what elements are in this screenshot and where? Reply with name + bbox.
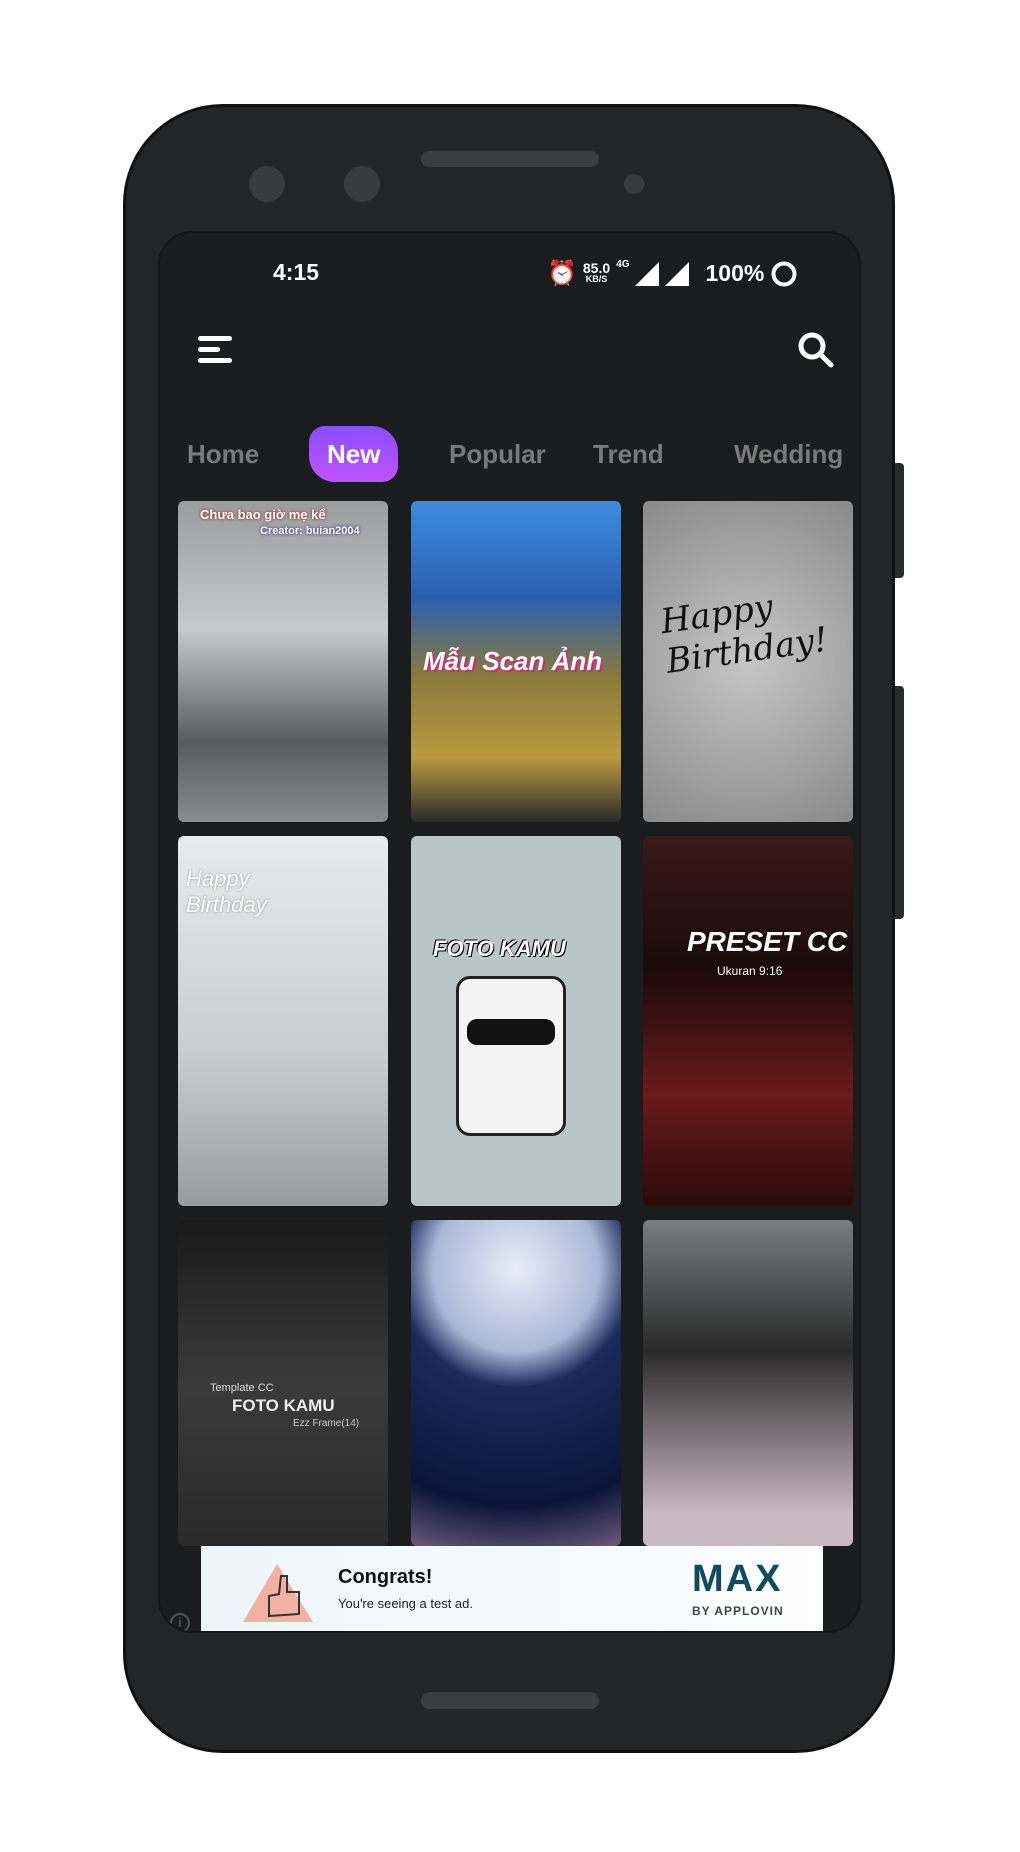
- banner-ad[interactable]: Congrats! You're seeing a test ad. MAX B…: [201, 1546, 823, 1631]
- card-text: Happy Birthday: [186, 866, 267, 917]
- hamburger-menu-icon[interactable]: [198, 334, 232, 364]
- tab-home[interactable]: Home: [187, 426, 259, 482]
- app-screen: 4:15 ⏰ 85.0 KB/S 4G 100% Home New Popula…: [158, 231, 861, 1633]
- signal-icon-2: [665, 261, 690, 286]
- card-text: Ezz Frame(14): [293, 1418, 360, 1429]
- template-card[interactable]: Template CC FOTO KAMU Ezz Frame(14): [178, 1220, 388, 1546]
- template-card[interactable]: [411, 1220, 621, 1546]
- battery-icon: [771, 261, 797, 286]
- front-camera: [249, 166, 285, 202]
- card-text: Ukuran 9:16: [717, 964, 783, 978]
- tab-wedding[interactable]: Wedding: [734, 426, 843, 482]
- card-text: Template CC: [210, 1382, 274, 1394]
- template-card[interactable]: Mẫu Scan Ảnh: [411, 501, 621, 822]
- signal-icon: [635, 261, 660, 286]
- card-text: FOTO KAMU: [232, 1396, 335, 1415]
- card-text: Chưa bao giờ mẹ kể: [200, 507, 326, 522]
- category-tabs: Home New Popular Trend Wedding: [160, 426, 859, 482]
- front-sensor: [344, 166, 380, 202]
- card-text: Happy Birthday!: [658, 586, 831, 682]
- volume-button: [895, 463, 904, 578]
- alarm-icon: ⏰: [547, 260, 577, 287]
- network-type: 4G: [616, 259, 630, 270]
- earpiece-speaker: [421, 151, 599, 167]
- net-unit: KB/S: [585, 273, 608, 284]
- ad-subtitle: You're seeing a test ad.: [338, 1596, 473, 1611]
- ad-brand-sub: BY APPLOVIN: [692, 1604, 784, 1618]
- template-card[interactable]: FOTO KAMU: [411, 836, 621, 1206]
- card-text: FOTO KAMU: [433, 936, 566, 961]
- cartoon-image: [456, 976, 566, 1136]
- ad-title: Congrats!: [338, 1566, 433, 1588]
- status-time: 4:15: [273, 259, 320, 285]
- thumbs-up-icon: [243, 1564, 313, 1622]
- tab-popular[interactable]: Popular: [449, 426, 546, 482]
- card-text: Creator: buian2004: [260, 525, 360, 537]
- battery-percent: 100%: [705, 260, 765, 286]
- bottom-speaker: [421, 1692, 599, 1709]
- card-text: Mẫu Scan Ảnh: [423, 646, 603, 676]
- ad-brand: MAX: [692, 1558, 783, 1600]
- tab-trend[interactable]: Trend: [593, 426, 664, 482]
- template-card[interactable]: Chưa bao giờ mẹ kể Creator: buian2004: [178, 501, 388, 822]
- info-icon[interactable]: i: [170, 1613, 190, 1631]
- tab-new[interactable]: New: [309, 426, 399, 482]
- search-icon[interactable]: [796, 330, 836, 370]
- status-icons: ⏰ 85.0 KB/S 4G 100%: [547, 259, 798, 288]
- template-card[interactable]: Happy Birthday: [178, 836, 388, 1206]
- proximity-sensor: [624, 174, 644, 194]
- template-card[interactable]: PRESET CC Ukuran 9:16: [643, 836, 853, 1206]
- card-text: PRESET CC: [687, 926, 848, 957]
- template-card[interactable]: [643, 1220, 853, 1546]
- power-button: [895, 686, 904, 919]
- template-card[interactable]: Happy Birthday!: [643, 501, 853, 822]
- net-speed: 85.0: [582, 259, 611, 276]
